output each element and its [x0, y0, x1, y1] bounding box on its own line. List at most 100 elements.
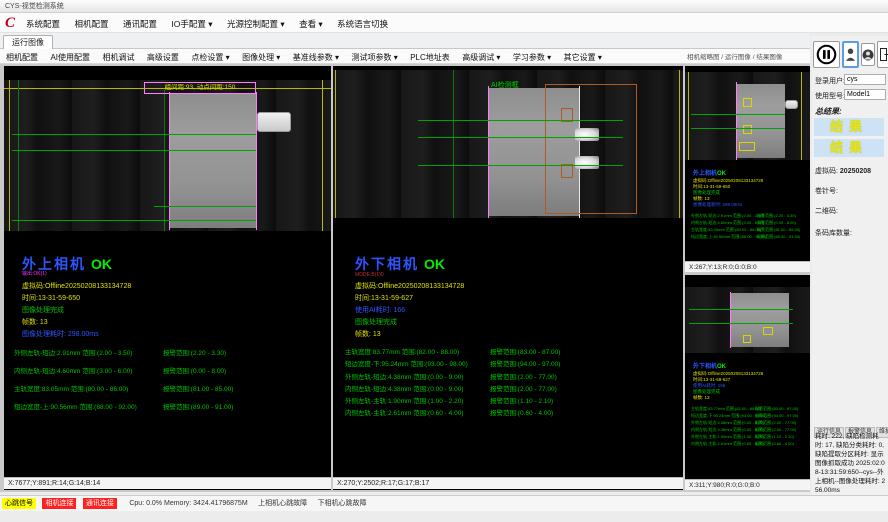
camera-image-outer-upper[interactable]: 组间距:93, 动点间距:150	[4, 80, 331, 231]
menu-system-config[interactable]: 系统配置	[26, 14, 60, 34]
measurement-value: 外侧左轨-短边:4.38mm 范围:(0.00 - 9.00)	[345, 374, 463, 381]
qr-code-label: 二维码:	[815, 206, 838, 216]
log-text: 耗时: 222, 缺陷检测耗时: 17, 缺陷分类耗时: 0, 缺陷提取分区耗时…	[815, 432, 886, 495]
menu-camera-config[interactable]: 相机配置	[74, 14, 108, 34]
alarm-range: 报警范围:(1.10 - 2.10)	[490, 395, 553, 405]
tool-advanced-settings[interactable]: 高级设置	[147, 51, 179, 65]
tool-learning-params[interactable]: 学习参数 ▾	[513, 51, 551, 65]
measurement-value: 内侧左轨-主轨:2.61mm 范围:(0.60 - 4.00)	[345, 410, 463, 417]
alarm-range: 报警范围:(0.60 - 4.00)	[755, 440, 794, 447]
alarm-range: 报警范围:(89.00 - 91.00)	[163, 401, 233, 411]
user-login-button[interactable]	[842, 41, 859, 68]
pin-number-label: 卷针号:	[815, 186, 838, 196]
tool-other-settings[interactable]: 其它设置 ▾	[564, 51, 602, 65]
login-user-value[interactable]: cys	[844, 74, 886, 85]
camera-name-label: 外下相机	[355, 256, 419, 272]
exit-button[interactable]	[877, 41, 888, 68]
thumb-image[interactable]	[685, 72, 810, 160]
measurement-value: 内侧左轨-短边:4.38mm 范围:(0.00 - 9.00)	[345, 386, 463, 393]
alarm-range: 报警范围:(2.00 - 77.00)	[490, 371, 557, 381]
thumb-title: 外下相机OK	[693, 361, 726, 370]
pixel-coords-bar: X:7677;Y:891;R:14;G:14;B:14	[4, 477, 331, 489]
alarm-range: 报警范围:(1.10 - 2.10)	[755, 433, 794, 440]
cpu-memory-text: Cpu: 0.0% Memory: 3424.41796875M	[129, 496, 247, 511]
thumbnail-outer-upper[interactable]: 外上相机OK 虚拟码:Offline20250208133134728 时间:1…	[685, 66, 810, 272]
barcode-label: 虚拟码:Offline20250208133134728	[22, 282, 131, 291]
tool-advanced-debug[interactable]: 高级调试 ▾	[462, 51, 500, 65]
operator-mode-button[interactable]	[861, 43, 875, 66]
measurement-row: 外侧左轨-短边:2.91mm 范围:(2.00 - 3.50) 报警范围:(2.…	[14, 347, 326, 357]
measure-line	[691, 114, 785, 115]
measurement-row: 内侧左轨-短边:4.38mm 范围:(0.00 - 9.00) 报警范围:(2.…	[345, 383, 677, 393]
output-mode-label: MODE:B(1)0	[355, 271, 384, 280]
camera-panel-outer-upper[interactable]: 组间距:93, 动点间距:150 外上相机OK 输出:OK(1) 虚拟码:Off…	[4, 66, 331, 490]
tool-camera-config[interactable]: 相机配置	[6, 51, 38, 65]
menu-language-switch[interactable]: 系统语言切换	[337, 14, 388, 34]
measure-edge	[736, 82, 737, 160]
result-ok-label: OK	[717, 171, 726, 177]
ai-detect-box	[545, 84, 637, 214]
user-icon	[845, 47, 856, 62]
thumb-image[interactable]	[685, 287, 810, 353]
measurement-value: 内侧左轨-短边:4.60mm 范围:(3.00 - 6.00)	[14, 368, 132, 375]
menu-comm-config[interactable]: 通讯配置	[123, 14, 157, 34]
alarm-range: 报警范围:(94.00 - 97.00)	[755, 412, 798, 419]
alarm-range: 报警范围:(2.20 - 3.30)	[757, 212, 796, 219]
edge-line-left	[9, 80, 10, 231]
result-ok-label: OK	[717, 364, 726, 370]
pause-button[interactable]	[813, 41, 840, 68]
model-value[interactable]: Model1	[844, 89, 886, 100]
edge-line-left	[335, 70, 336, 218]
measurement-value: 外侧左轨-短边:2.91mm 范围:(2.00 - 3.50)	[691, 213, 764, 218]
app-logo-icon: C	[5, 14, 21, 32]
barcode-label: 虚拟码:Offline20250208133134728	[355, 282, 464, 291]
measurement-value: 外侧左轨-短边:2.91mm 范围:(2.00 - 3.50)	[14, 350, 132, 357]
menu-io-config[interactable]: IO手配置 ▾	[171, 14, 212, 34]
alarm-range: 报警范围:(0.60 - 4.00)	[490, 407, 553, 417]
window-title: CYS-视觉检测系统	[5, 3, 64, 10]
tool-spot-check[interactable]: 点检设置 ▾	[191, 51, 229, 65]
edge-line-right	[679, 70, 680, 218]
guide-line-vertical	[453, 70, 454, 218]
frame-count-label: 帧数: 13	[22, 318, 48, 327]
exit-door-icon	[879, 47, 888, 62]
edge-line	[801, 72, 802, 160]
tool-test-params[interactable]: 测试项参数 ▾	[351, 51, 397, 65]
measurement-row: 主轨宽度:83.77mm 范围:(82.00 - 88.00)报警范围:(83.…	[691, 405, 808, 412]
camera-name-label: 外上相机	[693, 171, 717, 177]
alarm-range: 报警范围:(83.00 - 87.00)	[755, 405, 798, 412]
model-label: 使用型号:	[815, 91, 845, 101]
pixel-coords-bar: X:311;Y:980;R:0;G:0;B:0	[685, 479, 810, 490]
main-area: 组间距:93, 动点间距:150 外上相机OK 输出:OK(1) 虚拟码:Off…	[0, 64, 810, 492]
camera-image-outer-lower[interactable]: AI检测框	[333, 70, 683, 218]
tool-image-processing[interactable]: 图像处理 ▾	[242, 51, 280, 65]
output-mode-label: 输出:OK(1)	[22, 270, 47, 279]
tool-ai-config[interactable]: AI使用配置	[50, 51, 90, 65]
thumbnail-outer-lower[interactable]: 外下相机OK 虚拟码:Offline20250208133134728 时间:1…	[685, 275, 810, 490]
right-sidebar: 登录用户: cys 使用型号: Model1 总结果: 结果 结果 虚拟码: 2…	[812, 36, 888, 495]
measure-line	[691, 128, 785, 129]
result-ok-label: OK	[91, 256, 112, 272]
ai-detect-subbox-2	[561, 164, 573, 178]
menu-view[interactable]: 查看 ▾	[299, 14, 323, 34]
edge-line-right	[322, 80, 323, 231]
process-status-label: 图像处理完成	[355, 318, 397, 327]
detect-box-3	[739, 142, 755, 151]
time-label: 时间:13-31-59-650	[22, 294, 80, 303]
edge-line	[688, 72, 689, 160]
measure-edge	[730, 292, 731, 348]
total-result-label: 总结果:	[815, 106, 842, 117]
tool-baseline-params[interactable]: 基准线参数 ▾	[293, 51, 339, 65]
measurement-row: 外侧左轨-主轨:1.90mm 范围:(1.00 - 2.20)报警范围:(1.1…	[691, 433, 808, 440]
measurement-value: 短边宽度-上:90.56mm 范围:(88.00 - 92.00)	[14, 404, 137, 411]
measurement-row: 外侧左轨-短边:4.38mm 范围:(0.00 - 9.00)报警范围:(2.0…	[691, 419, 808, 426]
menu-light-config[interactable]: 光源控制配置 ▾	[227, 14, 285, 34]
status-bar: 心跳信号 相机连接 通讯连接 Cpu: 0.0% Memory: 3424.41…	[0, 495, 888, 511]
measure-line-1	[418, 120, 623, 121]
tool-camera-debug[interactable]: 相机调试	[102, 51, 134, 65]
tool-plc-address[interactable]: PLC地址表	[410, 51, 450, 65]
camera-panel-outer-lower[interactable]: AI检测框 外下相机OK MODE:B(1)0 虚拟码:Offline20250…	[333, 66, 683, 490]
alarm-range: 报警范围:(0.00 - 8.00)	[163, 365, 226, 375]
login-user-label: 登录用户:	[815, 76, 845, 86]
measurement-row: 主轨宽度:83.05mm 范围:(80.00 - 86.00)报警范围:(81.…	[691, 226, 808, 233]
